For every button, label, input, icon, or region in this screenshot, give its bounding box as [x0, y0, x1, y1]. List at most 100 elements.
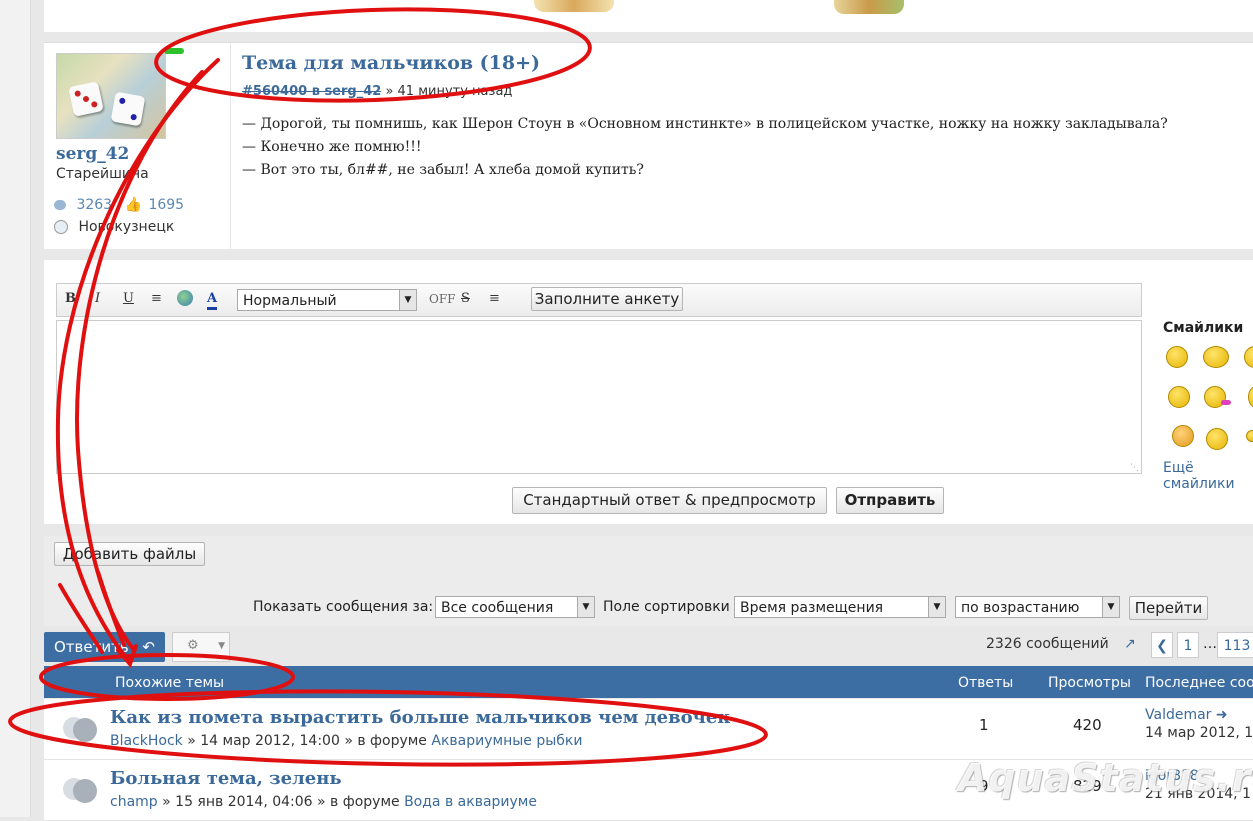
col-last-header: Последнее сообщение	[1145, 675, 1253, 691]
sort-label: Поле сортировки	[603, 599, 730, 615]
attachments-and-filter-bar: Добавить файлы Показать сообщения за: Вс…	[44, 536, 1253, 626]
watermark: AquaStatus.ru	[958, 756, 1253, 800]
post-count[interactable]: 3263	[76, 197, 112, 213]
post-author-rank: Старейшина	[56, 166, 149, 182]
add-files-button[interactable]: Добавить файлы	[54, 542, 205, 566]
topic-title-link[interactable]: Как из помета вырастить больше мальчиков…	[110, 707, 730, 728]
sort-order-select[interactable]: по возрастанию ▼	[955, 596, 1120, 618]
reply-arrow-icon: ↶	[142, 638, 155, 656]
chevron-down-icon: ▼	[577, 597, 594, 617]
topic-replies: 1	[979, 716, 989, 734]
submit-button[interactable]: Отправить	[836, 487, 944, 514]
topic-date: » 15 янв 2014, 04:06 » в форуме	[162, 794, 400, 810]
reply-button[interactable]: Ответить ↶	[44, 632, 165, 662]
strikethrough-icon[interactable]: S	[461, 291, 470, 306]
online-status-indicator	[164, 48, 184, 54]
smiley-icon[interactable]	[1172, 425, 1194, 447]
message-textarea[interactable]: ⋱	[56, 320, 1142, 474]
wrench-icon: ⚙	[187, 638, 199, 653]
topic-bubbles-icon	[63, 778, 97, 803]
underline-icon[interactable]: U	[123, 291, 134, 306]
post-author-panel: serg_42 Старейшина 3263 👍 1695 Новокузне…	[44, 43, 231, 249]
topic-forum-link[interactable]: Аквариумные рыбки	[431, 733, 582, 749]
topic-meta: champ » 15 янв 2014, 04:06 » в форуме Во…	[110, 794, 537, 810]
post-body: — Дорогой, ты помнишь, как Шерон Стоун в…	[242, 113, 1168, 182]
dice-image	[110, 91, 146, 127]
go-to-post-icon[interactable]: ➜	[1216, 707, 1228, 723]
show-posts-select[interactable]: Все сообщения ▼	[435, 596, 595, 618]
topic-bubbles-icon	[63, 717, 97, 742]
last-post-date: 14 мар 2012, 1	[1145, 725, 1253, 741]
topic-meta: BlackHock » 14 мар 2012, 14:00 » в форум…	[110, 733, 582, 749]
col-replies-header: Ответы	[958, 675, 1014, 691]
similar-topics-title: Похожие темы	[115, 675, 225, 691]
show-posts-value: Все сообщения	[441, 600, 554, 616]
smiley-icon[interactable]	[1166, 346, 1188, 368]
off-toggle[interactable]: OFF	[429, 292, 456, 306]
topic-tools-button[interactable]: ⚙ ▼	[172, 632, 230, 662]
smiley-icon[interactable]	[1168, 386, 1190, 408]
align-icon[interactable]: ≡	[489, 291, 500, 306]
link-icon[interactable]	[177, 290, 193, 306]
more-smilies-link[interactable]: Ещё смайлики	[1163, 460, 1253, 492]
post-author-username[interactable]: serg_42	[56, 144, 129, 164]
topic-author-link[interactable]: BlackHock	[110, 733, 183, 749]
bold-icon[interactable]: B	[65, 291, 76, 306]
go-button[interactable]: Перейти	[1129, 596, 1208, 620]
list-icon[interactable]: ≡	[151, 291, 162, 306]
forum-post: serg_42 Старейшина 3263 👍 1695 Новокузне…	[44, 42, 1253, 249]
smiley-icon[interactable]	[1203, 346, 1229, 368]
post-permalink[interactable]: #560400 в serg_42	[242, 84, 381, 99]
survey-button[interactable]: Заполните анкету	[531, 287, 683, 311]
chevron-down-icon: ▼	[1102, 597, 1119, 617]
post-author-location: Новокузнецк	[54, 219, 174, 235]
table-row: Как из помета вырастить больше мальчиков…	[44, 699, 1253, 760]
topic-author-link[interactable]: champ	[110, 794, 158, 810]
page-link-first[interactable]: 1	[1177, 632, 1199, 658]
like-count: 1695	[148, 197, 185, 213]
comment-icon	[54, 200, 66, 210]
topic-title-link[interactable]: Больная тема, зелень	[110, 768, 342, 789]
topic-forum-link[interactable]: Вода в аквариуме	[404, 794, 537, 810]
editor-toolbar: B I U ≡ A Нормальный ▼ OFF S ≡ Заполните…	[56, 283, 1142, 317]
avatar[interactable]	[56, 53, 166, 139]
post-meta: #560400 в serg_42 » 41 минуту назад	[242, 84, 512, 99]
chevron-down-icon: ▼	[399, 290, 416, 310]
top-banner	[44, 0, 1253, 32]
location-text: Новокузнецк	[78, 219, 175, 235]
smiley-tongue	[1221, 400, 1231, 405]
sort-field-value: Время размещения	[740, 600, 884, 616]
post-author-stats: 3263 👍 1695	[54, 197, 184, 213]
reply-editor: B I U ≡ A Нормальный ▼ OFF S ≡ Заполните…	[44, 260, 1253, 524]
post-line: — Вот это ты, бл##, не забыл! А хлеба до…	[242, 162, 644, 178]
post-time: » 41 минуту назад	[385, 84, 513, 99]
topic-views: 420	[1073, 716, 1102, 734]
italic-icon[interactable]: I	[95, 291, 100, 306]
font-size-select[interactable]: Нормальный ▼	[237, 289, 417, 311]
post-line: — Конечно же помню!!!	[242, 139, 422, 155]
prev-page-button[interactable]: ❮	[1151, 632, 1173, 658]
external-link-icon[interactable]: ↗	[1124, 636, 1136, 652]
post-title[interactable]: Тема для мальчиков (18+)	[242, 52, 540, 74]
globe-icon	[54, 220, 68, 234]
page-link-last[interactable]: 113	[1217, 632, 1253, 658]
chevron-down-icon: ▼	[928, 597, 945, 617]
left-sidebar-edge	[0, 0, 31, 817]
font-size-value: Нормальный	[243, 293, 337, 309]
smiley-icon[interactable]	[1248, 386, 1253, 408]
last-post-user-link[interactable]: Valdemar	[1145, 707, 1211, 723]
topic-date: » 14 мар 2012, 14:00 » в форуме	[187, 733, 427, 749]
topic-last-post: Valdemar ➜ 14 мар 2012, 1	[1145, 707, 1253, 741]
resize-handle-icon[interactable]: ⋱	[1130, 463, 1139, 473]
sort-field-select[interactable]: Время размещения ▼	[734, 596, 946, 618]
sort-order-value: по возрастанию	[961, 600, 1080, 616]
smilies-title: Смайлики	[1163, 320, 1244, 336]
smiley-icon[interactable]	[1246, 430, 1253, 442]
font-color-icon[interactable]: A	[207, 291, 218, 310]
smiley-icon[interactable]	[1244, 346, 1253, 368]
show-posts-label: Показать сообщения за:	[253, 599, 434, 615]
post-count-total: 2326 сообщений	[986, 636, 1109, 652]
smiley-icon[interactable]	[1206, 428, 1228, 450]
preview-button[interactable]: Стандартный ответ & предпросмотр	[512, 487, 827, 514]
thumbs-up-icon: 👍	[124, 197, 142, 213]
